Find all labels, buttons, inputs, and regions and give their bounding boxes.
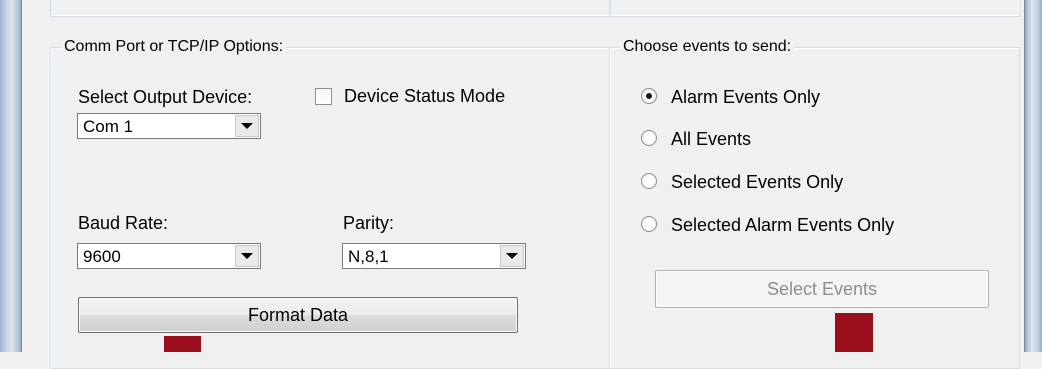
- upper-right-group-edge: [609, 0, 1020, 17]
- baud-rate-select[interactable]: 9600: [77, 243, 261, 269]
- radio-label-all-events[interactable]: All Events: [671, 128, 751, 150]
- chevron-down-icon: [241, 123, 253, 129]
- chevron-down-icon: [241, 253, 253, 259]
- parity-dropdown-button[interactable]: [500, 245, 524, 267]
- annotation-marker-left: [164, 336, 201, 352]
- output-device-value: Com 1: [83, 117, 134, 136]
- chevron-down-icon: [506, 253, 518, 259]
- baud-rate-dropdown-button[interactable]: [235, 245, 259, 267]
- device-status-mode-checkbox[interactable]: [315, 88, 332, 105]
- annotation-marker-right: [835, 313, 873, 352]
- baud-rate-value: 9600: [83, 247, 121, 266]
- output-device-dropdown-button[interactable]: [235, 115, 259, 137]
- output-device-select[interactable]: Com 1: [77, 113, 261, 139]
- select-events-button[interactable]: Select Events: [655, 270, 989, 308]
- format-data-button[interactable]: Format Data: [78, 297, 518, 333]
- window-frame-right: [1024, 0, 1042, 352]
- radio-selected-alarm-events-only[interactable]: [641, 216, 657, 232]
- comm-options-legend: Comm Port or TCP/IP Options:: [61, 37, 287, 57]
- device-status-mode-label[interactable]: Device Status Mode: [344, 85, 505, 107]
- radio-label-selected-alarm-events-only[interactable]: Selected Alarm Events Only: [671, 214, 894, 236]
- comm-options-group: Comm Port or TCP/IP Options: Select Outp…: [50, 37, 611, 369]
- events-legend: Choose events to send:: [620, 37, 795, 57]
- format-data-label: Format Data: [247, 304, 349, 325]
- radio-alarm-events-only[interactable]: [641, 88, 657, 104]
- parity-select[interactable]: N,8,1: [342, 243, 526, 269]
- upper-left-group-edge: [50, 0, 611, 17]
- output-device-label: Select Output Device:: [78, 87, 253, 107]
- radio-label-selected-events-only[interactable]: Selected Events Only: [671, 171, 843, 193]
- select-events-label: Select Events: [766, 278, 878, 299]
- radio-label-alarm-events-only[interactable]: Alarm Events Only: [671, 86, 820, 108]
- events-group: Choose events to send: Alarm Events Only…: [609, 37, 1020, 369]
- baud-rate-label: Baud Rate:: [78, 213, 169, 233]
- radio-all-events[interactable]: [641, 130, 657, 146]
- parity-value: N,8,1: [348, 247, 389, 266]
- radio-selected-events-only[interactable]: [641, 173, 657, 189]
- window-frame-left: [0, 0, 22, 352]
- parity-label: Parity:: [343, 213, 395, 233]
- options-panel: Comm Port or TCP/IP Options: Select Outp…: [22, 0, 1024, 369]
